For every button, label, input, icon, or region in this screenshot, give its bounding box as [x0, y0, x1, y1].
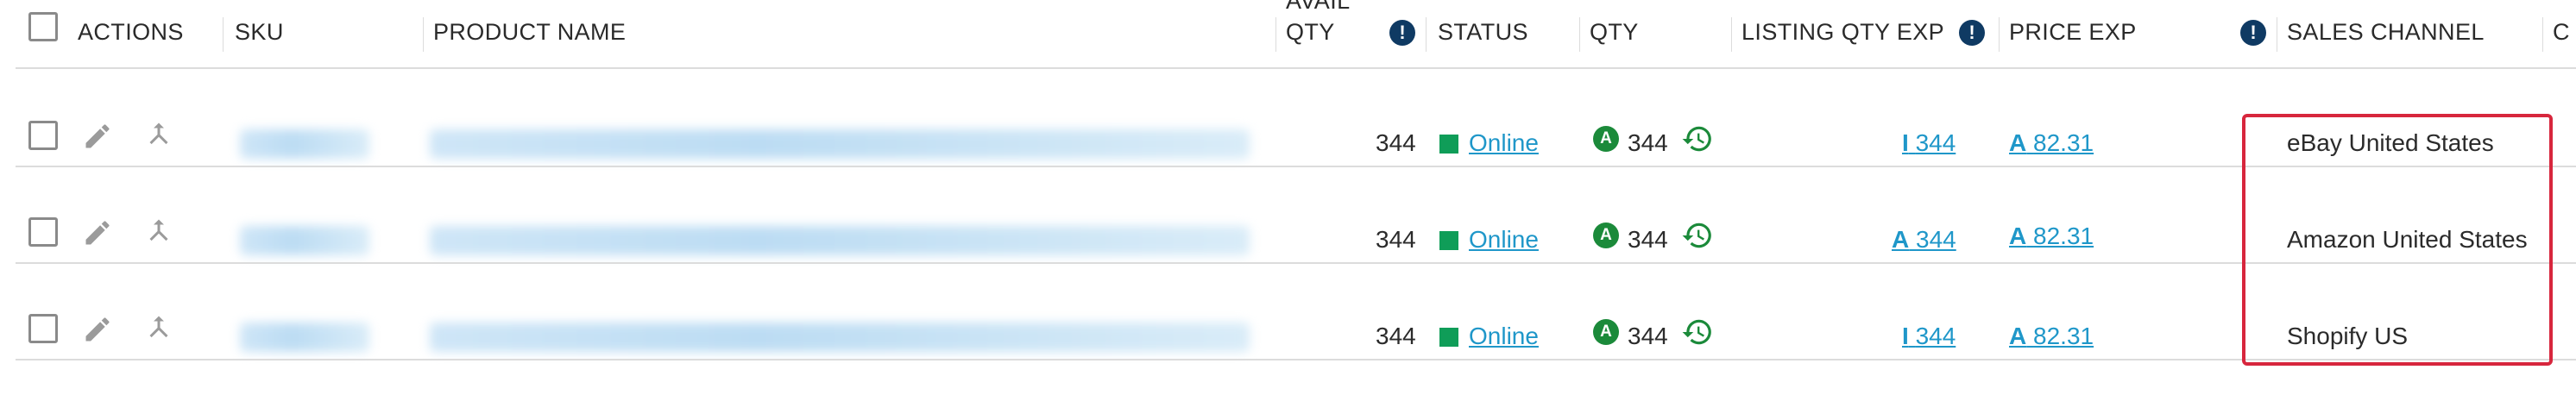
- header-separator: [1579, 17, 1580, 52]
- qty-value: 344: [1628, 129, 1668, 156]
- qty-value: 344: [1628, 226, 1668, 253]
- header-listing-qty-exp[interactable]: LISTING QTY EXP: [1741, 19, 1944, 46]
- qty-badge: A: [1593, 319, 1619, 345]
- info-icon[interactable]: !: [1389, 20, 1415, 46]
- merge-icon[interactable]: [143, 119, 174, 150]
- status-indicator: [1439, 328, 1458, 347]
- listing-qty-exp-link[interactable]: I 344: [1902, 129, 1956, 157]
- row-divider: [16, 359, 1301, 360]
- history-icon[interactable]: [1681, 219, 1714, 252]
- header-sales-channel[interactable]: SALES CHANNEL: [2287, 19, 2485, 46]
- merge-icon[interactable]: [143, 216, 174, 247]
- avail-qty: 344: [1376, 129, 1416, 156]
- header-avail-qty-line2[interactable]: QTY: [1286, 19, 1335, 46]
- select-all-checkbox[interactable]: [28, 12, 58, 41]
- listing-qty-exp-link[interactable]: I 344: [1902, 323, 1956, 350]
- info-icon[interactable]: !: [1959, 20, 1985, 46]
- status-indicator: [1439, 231, 1458, 250]
- product-name-redacted: [430, 226, 1250, 255]
- header-separator: [1426, 17, 1427, 52]
- header-sku[interactable]: SKU: [235, 19, 284, 46]
- header-avail-qty-line1[interactable]: AVAIL: [1286, 0, 1351, 15]
- status-link[interactable]: Online: [1469, 323, 1539, 350]
- price-exp-link[interactable]: A 82.31: [2009, 129, 2094, 157]
- avail-qty: 344: [1376, 226, 1416, 253]
- row-divider: [16, 166, 1301, 167]
- row-checkbox[interactable]: [28, 217, 58, 247]
- product-name-redacted: [430, 129, 1250, 159]
- merge-icon[interactable]: [143, 312, 174, 343]
- header-qty[interactable]: QTY: [1590, 19, 1639, 46]
- header-separator: [423, 17, 424, 52]
- sku-redacted: [240, 226, 369, 255]
- header-separator: [1275, 17, 1276, 52]
- product-listing-grid: ACTIONS SKU PRODUCT NAME AVAIL QTY ! STA…: [0, 0, 2576, 420]
- history-icon[interactable]: [1681, 122, 1714, 155]
- status-link[interactable]: Online: [1469, 226, 1539, 254]
- sku-redacted: [240, 323, 369, 352]
- status-link[interactable]: Online: [1469, 129, 1539, 157]
- status-indicator: [1439, 135, 1458, 154]
- price-exp-link[interactable]: A 82.31: [2009, 223, 2094, 250]
- row-divider: [16, 262, 1301, 264]
- qty-badge: A: [1593, 223, 1619, 248]
- header-next-column[interactable]: C: [2553, 19, 2570, 46]
- sales-channel-highlight: [2242, 114, 2553, 366]
- header-divider: [16, 67, 2576, 69]
- pencil-icon[interactable]: [82, 314, 113, 345]
- row-checkbox[interactable]: [28, 314, 58, 343]
- row-checkbox[interactable]: [28, 121, 58, 150]
- product-name-redacted: [430, 323, 1250, 352]
- header-separator: [1731, 17, 1732, 52]
- header-product-name[interactable]: PRODUCT NAME: [433, 19, 626, 46]
- qty-badge: A: [1593, 126, 1619, 152]
- sku-redacted: [240, 129, 369, 159]
- header-separator: [2542, 17, 2543, 52]
- qty-value: 344: [1628, 323, 1668, 349]
- price-exp-link[interactable]: A 82.31: [2009, 323, 2094, 350]
- header-actions: ACTIONS: [78, 19, 184, 45]
- header-status[interactable]: STATUS: [1438, 19, 1528, 46]
- avail-qty: 344: [1376, 323, 1416, 349]
- pencil-icon[interactable]: [82, 217, 113, 248]
- history-icon[interactable]: [1681, 316, 1714, 348]
- pencil-icon[interactable]: [82, 121, 113, 152]
- header-separator: [1999, 17, 2000, 52]
- header-separator: [223, 17, 224, 52]
- header-price-exp[interactable]: PRICE EXP: [2009, 19, 2137, 46]
- info-icon[interactable]: !: [2240, 20, 2266, 46]
- listing-qty-exp-link[interactable]: A 344: [1892, 226, 1956, 254]
